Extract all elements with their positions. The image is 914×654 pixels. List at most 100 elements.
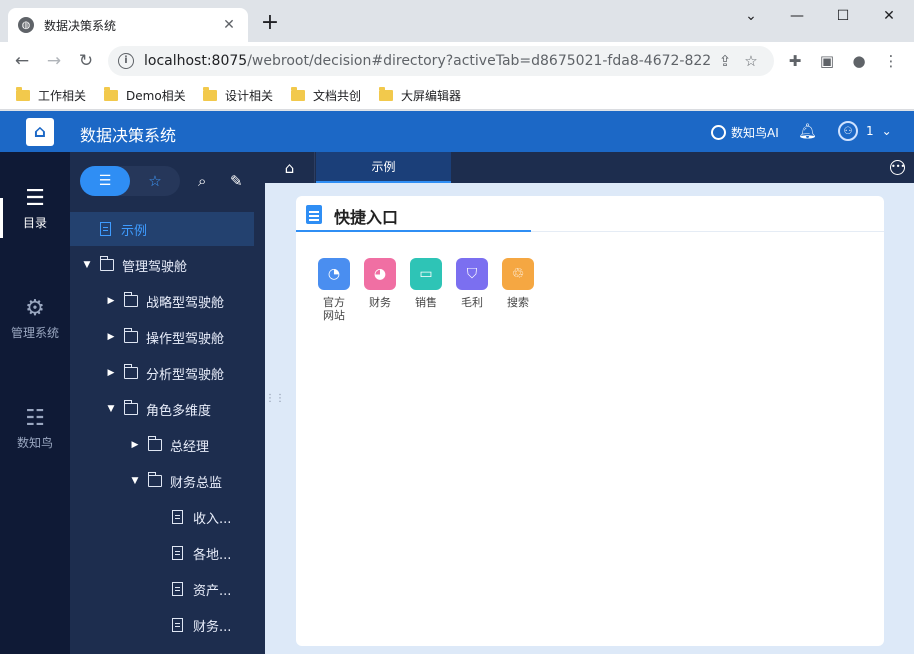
share-icon[interactable]: ⇪ bbox=[712, 52, 738, 70]
shortcut-item[interactable]: ◕ 财务 bbox=[359, 258, 401, 309]
bell-icon[interactable]: 🔔︎ bbox=[798, 122, 817, 140]
tree-node[interactable]: 示例 bbox=[70, 212, 254, 246]
shortcut-label: 销售 bbox=[415, 296, 437, 309]
tree-node-label: 管理驾驶舱 bbox=[122, 259, 188, 275]
directory-tree-panel: ☰ ☆ ⌕ ✎ 示例 ▼ 管理驾驶舱 ▶ 战略型驾驶舱 ▶ 操作型驾驶舱 ▶ 分析型驾驶舱 ▼ 角色… bbox=[70, 152, 265, 654]
bookmark-item[interactable]: 大屏编辑器 bbox=[379, 86, 461, 104]
tree-node[interactable]: ▼ 财务总监 bbox=[70, 464, 265, 498]
caret-down-icon[interactable]: ▼ bbox=[80, 260, 94, 270]
rail-item-directory[interactable]: ☰ 目录 bbox=[0, 184, 70, 231]
bookmark-item[interactable]: Demo相关 bbox=[104, 86, 186, 104]
shortcut-item[interactable]: ♲ 搜索 bbox=[497, 258, 539, 309]
chevron-down-icon: ⌄ bbox=[881, 124, 892, 138]
shortcut-label: 财务 bbox=[369, 296, 391, 309]
folder-icon bbox=[124, 328, 138, 343]
shortcut-item[interactable]: ◔ 官方网站 bbox=[313, 258, 355, 322]
bookmark-item[interactable]: 设计相关 bbox=[203, 86, 273, 104]
ai-label: 数知鸟AI bbox=[731, 126, 779, 140]
rail-item-management[interactable]: ⚙ 管理系统 bbox=[0, 294, 70, 341]
home-icon[interactable]: ⌂ bbox=[265, 152, 315, 183]
card-icon: ▭ bbox=[410, 258, 442, 290]
caret-right-icon[interactable]: ▶ bbox=[104, 332, 118, 342]
tree-node[interactable]: ▼ 管理驾驶舱 bbox=[70, 248, 265, 282]
folder-icon bbox=[16, 86, 30, 101]
app-logo-icon: ⌂ bbox=[26, 118, 54, 146]
favorites-button[interactable]: ☆ bbox=[130, 166, 180, 196]
pin-icon[interactable]: ✎ bbox=[230, 172, 243, 190]
gear-icon: ⚙ bbox=[25, 296, 45, 321]
cycle-icon: ♲ bbox=[502, 258, 534, 290]
folder-icon bbox=[379, 86, 393, 101]
folder-icon bbox=[124, 292, 138, 307]
minimize-button[interactable]: — bbox=[774, 4, 820, 28]
app-header: ⌂ 数据决策系统 数知鸟AI 🔔︎ ⚇ 1 ⌄ bbox=[0, 111, 914, 152]
left-rail: ☰ 目录 ⚙ 管理系统 ☷ 数知鸟 bbox=[0, 152, 70, 654]
close-tab-icon[interactable]: ✕ bbox=[220, 17, 238, 33]
maximize-button[interactable]: ☐ bbox=[820, 4, 866, 28]
tree-node-label: 收入... bbox=[193, 511, 232, 527]
profile-icon[interactable]: ● bbox=[848, 51, 870, 71]
shortcut-card: 快捷入口 ◔ 官方网站 ◕ 财务 ▭ 销售 ⛉ 毛利 ♲ 搜索 bbox=[296, 196, 884, 646]
tree-node[interactable]: ▶ 战略型驾驶舱 bbox=[70, 284, 265, 318]
shortcut-label: 毛利 bbox=[461, 296, 483, 309]
folder-icon bbox=[203, 86, 217, 101]
tree-node[interactable]: 资产... bbox=[70, 572, 265, 606]
document-icon bbox=[100, 222, 111, 236]
user-menu[interactable]: ⚇ 1 ⌄ bbox=[838, 121, 892, 141]
info-icon[interactable]: i bbox=[118, 53, 134, 69]
tree-node-label: 总经理 bbox=[170, 439, 210, 455]
folder-icon bbox=[148, 436, 162, 451]
more-icon[interactable]: ••• bbox=[890, 160, 905, 175]
chevron-down-icon[interactable]: ⌄ bbox=[728, 4, 774, 28]
tree-node[interactable]: ▶ 总经理 bbox=[70, 428, 265, 462]
bookmarks-bar: 工作相关 Demo相关 设计相关 文档共创 大屏编辑器 bbox=[0, 80, 914, 110]
browser-tab-bar: ◍ 数据决策系统 ✕ + ⌄ — ☐ ✕ bbox=[0, 0, 914, 42]
side-panel-icon[interactable]: ▣ bbox=[816, 51, 838, 71]
document-icon bbox=[172, 510, 183, 524]
back-icon[interactable]: ← bbox=[10, 50, 34, 72]
folder-icon bbox=[148, 472, 162, 487]
bookmark-item[interactable]: 文档共创 bbox=[291, 86, 361, 104]
caret-down-icon[interactable]: ▼ bbox=[128, 476, 142, 486]
bookmark-label: Demo相关 bbox=[126, 88, 186, 103]
extensions-icon[interactable]: ✚ bbox=[784, 51, 806, 71]
tab-example[interactable]: 示例 bbox=[316, 152, 451, 183]
forward-icon[interactable]: → bbox=[42, 50, 66, 72]
header-underline bbox=[296, 230, 531, 232]
address-bar[interactable]: i localhost:8075/webroot/decision#direct… bbox=[108, 46, 774, 76]
reload-icon[interactable]: ↻ bbox=[74, 50, 98, 72]
list-view-button[interactable]: ☰ bbox=[80, 166, 130, 196]
gauge-icon bbox=[711, 125, 726, 140]
caret-down-icon[interactable]: ▼ bbox=[104, 404, 118, 414]
resize-handle[interactable]: ⋮⋮ bbox=[265, 394, 285, 411]
browser-tab[interactable]: ◍ 数据决策系统 ✕ bbox=[8, 8, 248, 42]
tree-node[interactable]: ▶ 分析型驾驶舱 bbox=[70, 356, 265, 390]
caret-right-icon[interactable]: ▶ bbox=[104, 368, 118, 378]
tree-node-label: 示例 bbox=[121, 223, 148, 239]
view-toggle: ☰ ☆ bbox=[80, 166, 180, 196]
ai-assistant-button[interactable]: 数知鸟AI bbox=[711, 124, 779, 141]
new-tab-button[interactable]: + bbox=[258, 12, 282, 36]
search-icon[interactable]: ⌕ bbox=[198, 172, 206, 190]
close-window-button[interactable]: ✕ bbox=[866, 4, 912, 28]
shortcut-item[interactable]: ▭ 销售 bbox=[405, 258, 447, 309]
caret-right-icon[interactable]: ▶ bbox=[128, 440, 142, 450]
app-title: 数据决策系统 bbox=[80, 126, 177, 145]
bookmark-item[interactable]: 工作相关 bbox=[16, 86, 86, 104]
tree-node[interactable]: ▼ 角色多维度 bbox=[70, 392, 265, 426]
shortcut-item[interactable]: ⛉ 毛利 bbox=[451, 258, 493, 309]
tree-node-label: 操作型驾驶舱 bbox=[146, 331, 225, 347]
star-icon[interactable]: ☆ bbox=[738, 52, 764, 70]
tree-node[interactable]: 收入... bbox=[70, 500, 265, 534]
clipboard-icon bbox=[306, 205, 322, 224]
rail-label: 管理系统 bbox=[10, 326, 59, 340]
tree-node-label: 战略型驾驶舱 bbox=[146, 295, 225, 311]
tree-node[interactable]: ▶ 操作型驾驶舱 bbox=[70, 320, 265, 354]
tree-node[interactable]: 财务... bbox=[70, 608, 265, 642]
tree-node[interactable]: 各地... bbox=[70, 536, 265, 570]
caret-right-icon[interactable]: ▶ bbox=[104, 296, 118, 306]
url-text[interactable]: localhost:8075/webroot/decision#director… bbox=[144, 53, 712, 69]
menu-icon[interactable]: ⋮ bbox=[880, 51, 902, 71]
shortcut-label: 官方网站 bbox=[323, 296, 345, 322]
rail-item-shuzhiniao[interactable]: ☷ 数知鸟 bbox=[0, 404, 70, 451]
